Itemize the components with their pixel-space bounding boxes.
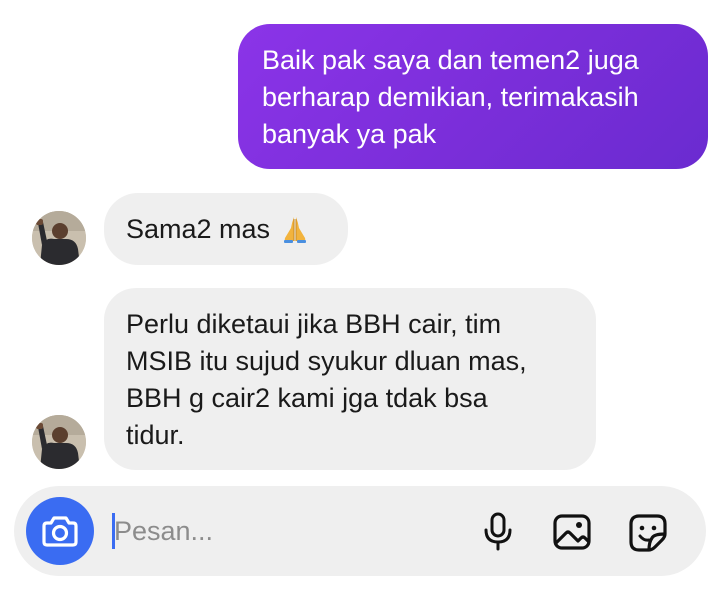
message-text: Sama2 mas	[126, 213, 271, 244]
message-composer	[14, 486, 706, 576]
sent-message-bubble[interactable]: Baik pak saya dan temen2 juga berharap d…	[238, 24, 708, 169]
folded-hands-icon	[280, 214, 310, 244]
camera-button[interactable]	[26, 497, 94, 565]
microphone-icon[interactable]	[482, 512, 514, 552]
gallery-icon[interactable]	[552, 513, 592, 551]
received-message-bubble[interactable]: Perlu diketaui jika BBH cair, tim MSIB i…	[104, 288, 596, 470]
avatar[interactable]	[32, 415, 86, 469]
avatar[interactable]	[32, 211, 86, 265]
camera-icon	[42, 516, 78, 547]
message-input[interactable]	[110, 508, 454, 554]
sticker-icon[interactable]	[628, 513, 668, 553]
received-message-bubble[interactable]: Sama2 mas	[104, 193, 348, 265]
